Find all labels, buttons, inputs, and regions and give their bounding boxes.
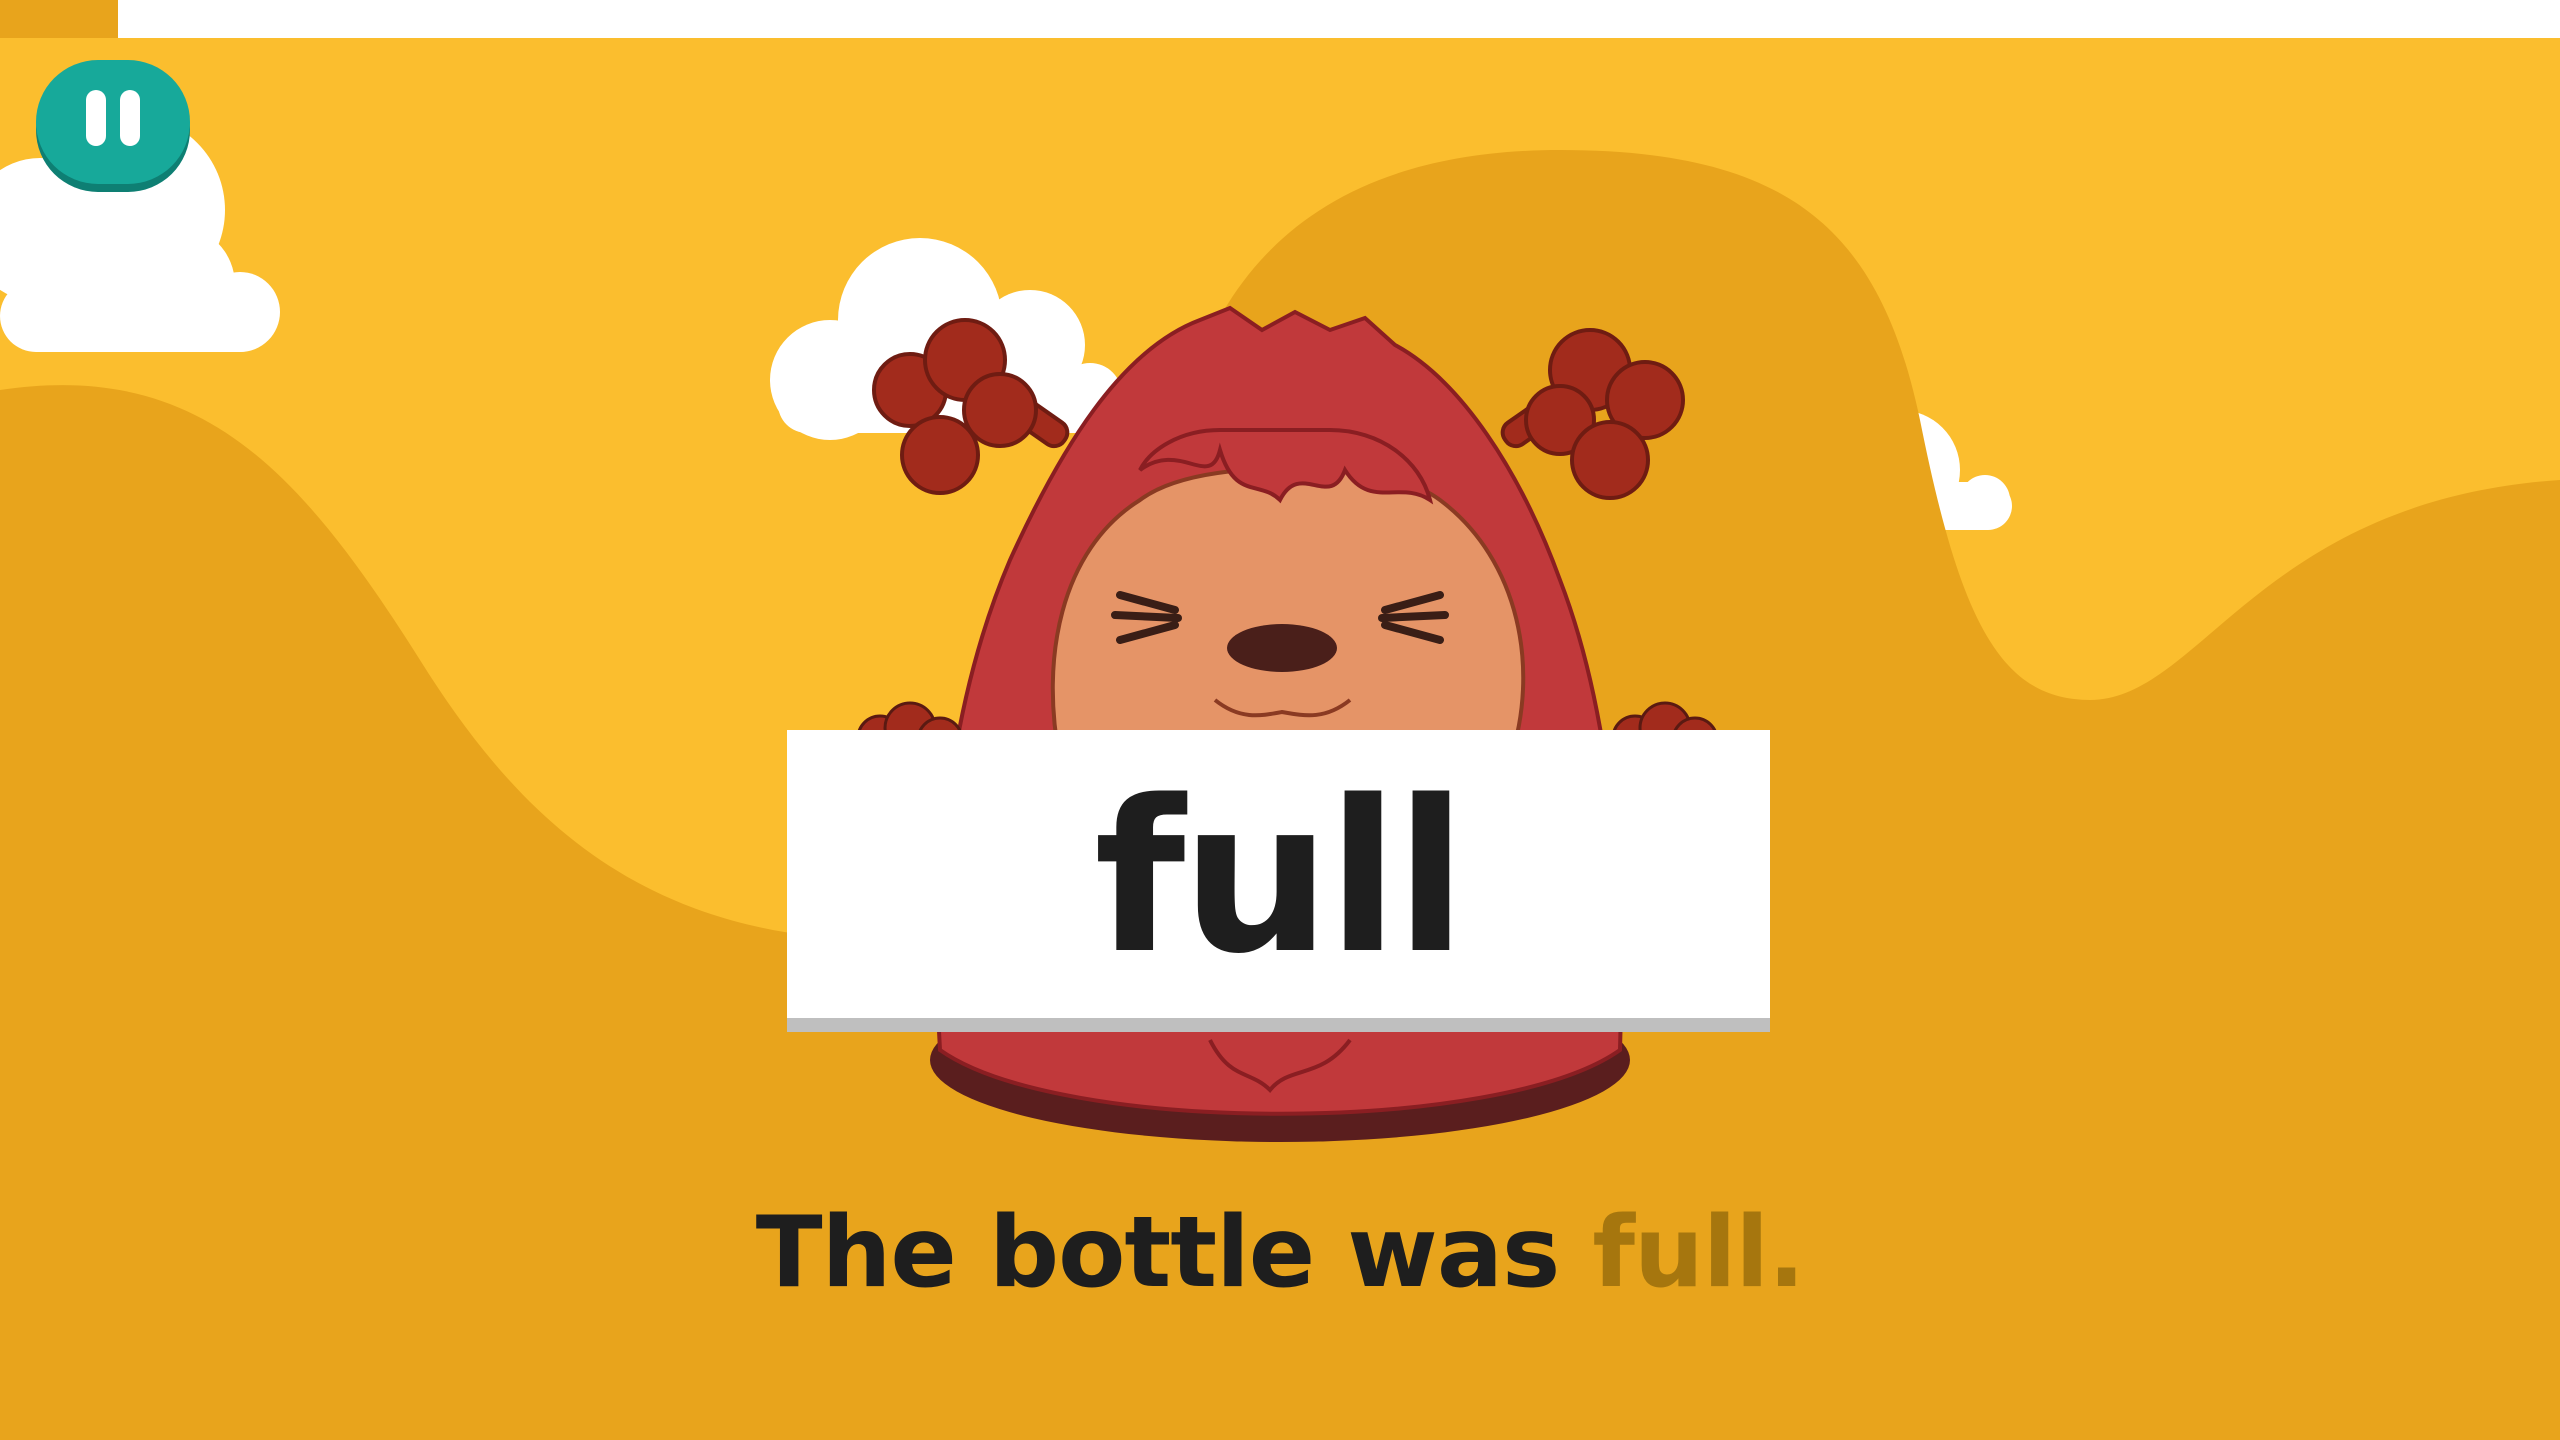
- sentence-prefix: The bottle was: [755, 1196, 1593, 1310]
- pause-button[interactable]: [36, 60, 190, 184]
- pause-icon: [120, 90, 140, 146]
- progress-bar-fill: [0, 0, 118, 38]
- sentence-text: The bottle was full.: [0, 1195, 2560, 1313]
- sign-word: full: [1094, 755, 1467, 1000]
- progress-bar: [0, 0, 2560, 38]
- game-stage: full The bottle was full.: [0, 0, 2560, 1440]
- pause-icon: [86, 90, 106, 146]
- monster-nose: [1227, 624, 1337, 672]
- sentence-highlight-word: full.: [1592, 1196, 1805, 1310]
- word-sign: full: [787, 730, 1770, 1018]
